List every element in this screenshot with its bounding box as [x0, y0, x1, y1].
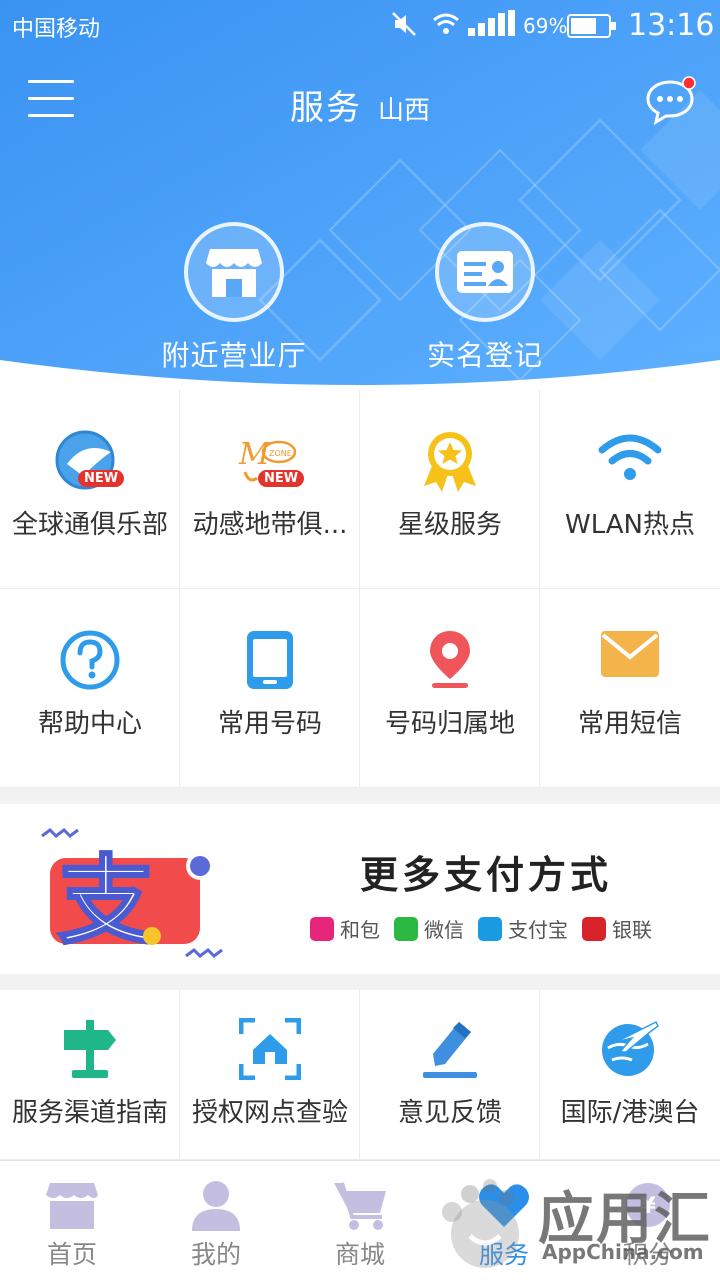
messages-button[interactable] — [644, 76, 696, 128]
service-label: 意见反馈 — [397, 1098, 502, 1128]
store-icon — [184, 222, 284, 322]
plane-globe-icon — [540, 1018, 720, 1080]
payment-label: 银联 — [612, 918, 652, 942]
service-label: WLAN热点 — [564, 510, 696, 540]
payment-label: 和包 — [340, 918, 380, 942]
bottom-navigation: 首页 我的 商城 服务 ¥ 积分 — [0, 1160, 720, 1280]
service-star-level[interactable]: 星级服务 — [360, 390, 540, 589]
hero-background — [0, 0, 720, 390]
location-pin-icon — [360, 629, 540, 691]
star-medal-icon — [360, 430, 540, 492]
quick-action-nearby-store[interactable]: 附近营业厅 — [134, 222, 334, 374]
nav-label: 积分 — [622, 1240, 673, 1269]
new-badge: NEW — [78, 470, 125, 487]
unread-dot — [682, 76, 696, 90]
service-authorized-outlet-check[interactable]: 授权网点查验 — [180, 990, 360, 1160]
title-group: 服务 山西 — [0, 80, 720, 129]
quick-action-real-name[interactable]: 实名登记 — [385, 222, 585, 374]
nav-label: 首页 — [46, 1240, 97, 1269]
service-label: 星级服务 — [397, 510, 502, 540]
wifi-icon — [540, 430, 720, 486]
svg-text:M: M — [238, 437, 271, 472]
pencil-icon — [360, 1018, 540, 1080]
nav-points[interactable]: ¥ 积分 — [576, 1161, 720, 1280]
signpost-icon — [0, 1018, 180, 1080]
phone-icon — [180, 629, 360, 691]
service-label: 国际/港澳台 — [560, 1098, 700, 1128]
service-common-sms[interactable]: 常用短信 — [540, 589, 720, 788]
service-label: 号码归属地 — [384, 709, 515, 739]
battery-icon — [567, 14, 617, 44]
user-icon — [188, 1179, 244, 1235]
payment-wechat: 微信 — [394, 914, 464, 943]
battery-fill — [571, 18, 596, 34]
signal-strength-icon — [468, 10, 516, 42]
carrier-name: 中国移动 — [12, 17, 101, 42]
payment-unionpay: 银联 — [582, 914, 652, 943]
nav-home[interactable]: 首页 — [0, 1161, 144, 1280]
service-label: 全球通俱乐部 — [11, 510, 168, 540]
service-global-club[interactable]: NEW 全球通俱乐部 — [0, 390, 180, 589]
wechat-icon — [394, 916, 418, 941]
service-label: 常用号码 — [217, 709, 322, 739]
help-icon — [0, 629, 180, 691]
payment-label: 微信 — [424, 918, 464, 942]
quick-action-label: 附近营业厅 — [161, 339, 307, 372]
payment-methods: 和包 微信 支付宝 银联 — [310, 914, 652, 943]
service-label: 服务渠道指南 — [11, 1098, 168, 1128]
service-help-center[interactable]: 帮助中心 — [0, 589, 180, 788]
service-common-numbers[interactable]: 常用号码 — [180, 589, 360, 788]
pay-banner-title: 更多支付方式 — [360, 853, 613, 897]
services-grid-2: 服务渠道指南 授权网点查验 意见反馈 国际/港澳台 — [0, 990, 720, 1160]
svg-text:ZONE: ZONE — [269, 449, 292, 458]
home-scan-icon — [180, 1018, 360, 1080]
service-label: 帮助中心 — [37, 709, 142, 739]
service-channel-guide[interactable]: 服务渠道指南 — [0, 990, 180, 1160]
service-mzone-club[interactable]: M ZONE NEW 动感地带俱... — [180, 390, 360, 589]
chat-bubble-icon — [646, 76, 696, 126]
hebao-icon — [310, 916, 334, 941]
service-feedback[interactable]: 意见反馈 — [360, 990, 540, 1160]
payment-label: 支付宝 — [508, 918, 568, 942]
nav-label: 服务 — [478, 1240, 529, 1269]
nav-mine[interactable]: 我的 — [144, 1161, 288, 1280]
new-badge: NEW — [258, 470, 305, 487]
status-bar: 中国移动 69% 13:16 — [0, 0, 720, 50]
cart-icon — [332, 1179, 388, 1235]
points-icon: ¥ — [620, 1179, 676, 1235]
nav-service[interactable]: 服务 — [432, 1161, 576, 1280]
page-title: 服务 — [289, 88, 362, 128]
nav-label: 我的 — [190, 1240, 241, 1269]
service-number-location[interactable]: 号码归属地 — [360, 589, 540, 788]
alipay-art-icon: 支 — [36, 822, 236, 966]
nav-mall[interactable]: 商城 — [288, 1161, 432, 1280]
payment-alipay: 支付宝 — [478, 914, 568, 943]
service-wlan[interactable]: WLAN热点 — [540, 390, 720, 589]
services-grid: NEW 全球通俱乐部 M ZONE NEW 动感地带俱... 星级服务 WLAN热… — [0, 390, 720, 788]
unionpay-icon — [582, 916, 606, 941]
battery-percent: 69% — [523, 14, 568, 38]
region-selector[interactable]: 山西 — [378, 96, 430, 126]
payment-hebao: 和包 — [310, 914, 380, 943]
id-card-icon — [435, 222, 535, 322]
clock: 13:16 — [628, 8, 715, 43]
hero-header: 中国移动 69% 13:16 服务 山西 附近营业厅 实名登记 — [0, 0, 720, 390]
svg-text:支: 支 — [58, 845, 154, 957]
wifi-status-icon — [432, 12, 460, 42]
service-label: 授权网点查验 — [191, 1098, 348, 1128]
service-label: 常用短信 — [577, 709, 682, 739]
service-heart-icon — [476, 1179, 532, 1235]
svg-text:¥: ¥ — [640, 1194, 656, 1219]
envelope-icon — [540, 629, 720, 679]
service-label: 动感地带俱... — [192, 510, 348, 540]
top-bar: 服务 山西 — [0, 60, 720, 144]
app-root: 中国移动 69% 13:16 服务 山西 附近营业厅 实名登记 NEW 全球通俱… — [0, 0, 720, 1280]
service-international[interactable]: 国际/港澳台 — [540, 990, 720, 1160]
more-payment-banner[interactable]: 支 更多支付方式 和包 微信 支付宝 银联 — [0, 804, 720, 974]
quick-action-label: 实名登记 — [426, 339, 543, 372]
mute-icon — [390, 10, 418, 44]
nav-label: 商城 — [334, 1240, 385, 1269]
alipay-icon — [478, 916, 502, 941]
home-icon — [44, 1179, 100, 1235]
